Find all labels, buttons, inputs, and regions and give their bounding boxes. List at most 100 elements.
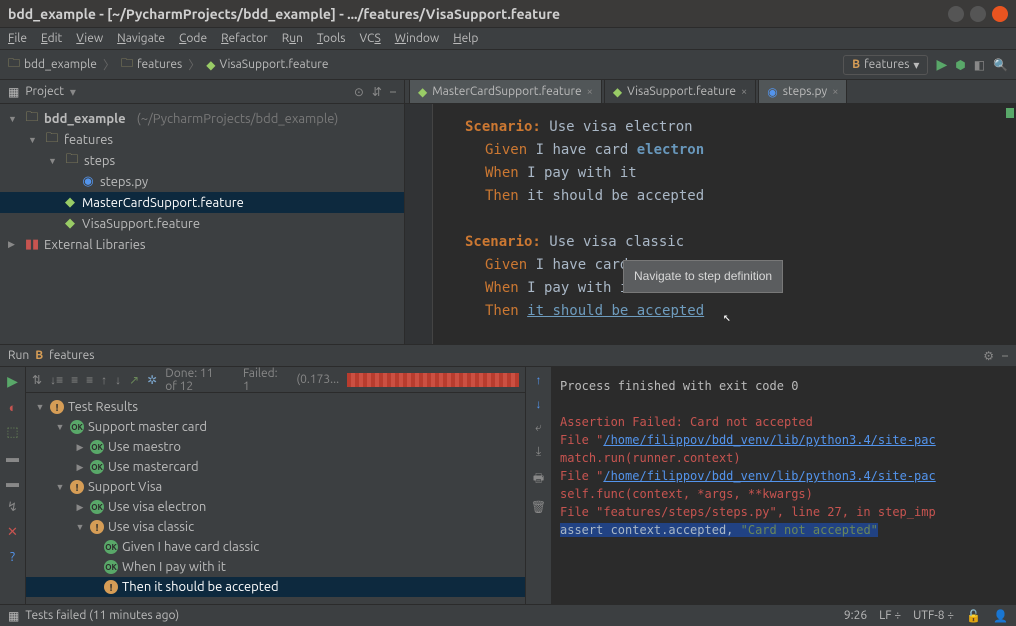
debug-button[interactable]: ⬢ (955, 58, 965, 72)
test-tree[interactable]: ▼!Test Results ▼OKSupport master card ▶O… (26, 393, 525, 604)
clear-button[interactable]: 🗑 (531, 500, 546, 514)
stop-button[interactable]: ◐ (9, 400, 17, 415)
tree-steps-py[interactable]: ◉ steps.py (0, 171, 404, 192)
pin-button[interactable]: ▬ (6, 450, 19, 465)
lock-icon[interactable]: 🔓 (966, 609, 981, 623)
test-given-classic[interactable]: OKGiven I have card classic (26, 537, 525, 557)
soft-wrap-button[interactable]: ⤶ (535, 421, 542, 435)
close-tab-icon[interactable]: × (741, 86, 747, 98)
print-button[interactable]: 🖶 (533, 469, 544, 490)
test-toolbar: ⇅ ↓≡ ≡ ≡ ↑ ↓ ↗ ✲ Done: 11 of 12 Failed: … (26, 367, 525, 393)
minimize-button[interactable] (948, 6, 964, 22)
prev-button[interactable]: ↑ (101, 373, 107, 387)
collapse-all-button[interactable]: ⊙ (354, 85, 364, 99)
gear-icon[interactable]: ✲ (147, 373, 157, 387)
test-then-accepted[interactable]: !Then it should be accepted (26, 577, 525, 597)
help-button[interactable]: ? (10, 550, 15, 564)
test-feature-visa[interactable]: ▼!Support Visa (26, 477, 525, 497)
editor-gutter (405, 104, 433, 344)
chevron-down-icon: ▾ (913, 58, 919, 72)
test-mastercard[interactable]: ▶OKUse mastercard (26, 457, 525, 477)
tooltip-navigate-step: Navigate to step definition (623, 260, 783, 293)
menu-tools[interactable]: Tools (317, 32, 346, 45)
tree-visa-feature[interactable]: ◆ VisaSupport.feature (0, 213, 404, 234)
step-link[interactable]: it should be accepted (527, 303, 704, 319)
menu-run[interactable]: Run (282, 32, 303, 45)
run-config-selector[interactable]: B features ▾ (843, 55, 928, 75)
run-button[interactable]: ▶ (936, 56, 947, 73)
scroll-end-button[interactable]: ⤓ (536, 445, 541, 459)
crumb-project[interactable]: 🗀bdd_example (8, 54, 97, 75)
tab-visasupport[interactable]: ◆ VisaSupport.feature × (604, 79, 756, 103)
maximize-button[interactable] (970, 6, 986, 22)
run-config-name: features (49, 349, 977, 362)
expand-button[interactable]: ≡ (71, 373, 78, 387)
test-progress-bar (347, 373, 519, 387)
file-encoding[interactable]: UTF-8 ÷ (913, 609, 954, 622)
rerun-button[interactable]: ▶ (7, 373, 18, 390)
tree-root[interactable]: ▼🗀 bdd_example (~/PycharmProjects/bdd_ex… (0, 108, 404, 129)
coverage-button[interactable]: ◧ (974, 58, 985, 72)
export-button[interactable]: ↗ (129, 373, 139, 387)
close-button[interactable] (992, 6, 1008, 22)
test-root[interactable]: ▼!Test Results (26, 397, 525, 417)
collapse-button[interactable]: ≡ (86, 373, 93, 387)
status-icon: ▦ (8, 609, 19, 623)
crumb-features[interactable]: 🗀features (121, 54, 182, 75)
status-message: Tests failed (11 minutes ago) (25, 609, 179, 622)
project-header-label: Project (25, 85, 64, 98)
editor-content[interactable]: Scenario: Use visa electron Given I have… (405, 104, 1016, 344)
test-maestro[interactable]: ▶OKUse maestro (26, 437, 525, 457)
project-header: ▦ Project ▾ ⊙ ⇵ ⎯ (0, 80, 404, 104)
menu-code[interactable]: Code (179, 32, 207, 45)
crumb-file[interactable]: ◆VisaSupport.feature (206, 58, 328, 72)
ok-icon: OK (104, 560, 118, 574)
menu-edit[interactable]: Edit (41, 32, 62, 45)
settings-button[interactable]: ⇵ (372, 85, 382, 99)
tree-steps[interactable]: ▼🗀 steps (0, 150, 404, 171)
next-button[interactable]: ↓ (115, 373, 121, 387)
cursor-position[interactable]: 9:26 (844, 609, 867, 622)
toggle-button[interactable]: ⬚ (6, 425, 18, 440)
scroll-down-button[interactable]: ↓ (536, 397, 542, 411)
console-output[interactable]: Process finished with exit code 0 Assert… (552, 367, 1016, 604)
chevron-down-icon[interactable]: ▾ (70, 85, 76, 99)
tree-external-libraries[interactable]: ▶▮▮ External Libraries (0, 234, 404, 255)
gear-icon[interactable]: ⚙ (983, 349, 994, 363)
menu-window[interactable]: Window (395, 32, 439, 45)
tab-steps-py[interactable]: ◉ steps.py × (758, 79, 847, 103)
filter-button[interactable]: ↓≡ (50, 373, 63, 387)
file-link[interactable]: /home/filippov/bdd_venv/lib/python3.4/si… (603, 469, 935, 483)
project-tree[interactable]: ▼🗀 bdd_example (~/PycharmProjects/bdd_ex… (0, 104, 404, 259)
close-tab-icon[interactable]: × (832, 86, 838, 98)
search-everywhere-button[interactable]: 🔍 (993, 58, 1008, 72)
menu-navigate[interactable]: Navigate (117, 32, 165, 45)
tree-features[interactable]: ▼🗀 features (0, 129, 404, 150)
hide-button[interactable]: ⎯ (390, 85, 396, 99)
close-tab-icon[interactable]: × (587, 86, 593, 98)
close-button[interactable]: ✕ (7, 525, 18, 540)
menu-help[interactable]: Help (453, 32, 478, 45)
dump-button[interactable]: ▬ (6, 475, 19, 490)
tab-mastercard[interactable]: ◆ MasterCardSupport.feature × (409, 79, 602, 103)
menu-view[interactable]: View (76, 32, 103, 45)
python-file-icon: ◉ (767, 85, 777, 99)
menu-refactor[interactable]: Refactor (221, 32, 268, 45)
folder-icon: 🗀 (24, 108, 40, 130)
hide-button[interactable]: ⎯ (1002, 349, 1008, 363)
menu-vcs[interactable]: VCS (359, 32, 380, 45)
tree-mastercard-feature[interactable]: ◆ MasterCardSupport.feature (0, 192, 404, 213)
hector-icon[interactable]: 👤 (993, 609, 1008, 623)
menu-file[interactable]: File (8, 32, 27, 45)
export-button[interactable]: ↯ (7, 500, 18, 515)
warn-icon: ! (104, 580, 118, 594)
test-feature-mc[interactable]: ▼OKSupport master card (26, 417, 525, 437)
line-separator[interactable]: LF ÷ (879, 609, 901, 622)
test-electron[interactable]: ▶OKUse visa electron (26, 497, 525, 517)
scroll-up-button[interactable]: ↑ (536, 373, 542, 387)
library-icon: ▮▮ (24, 237, 40, 252)
test-when-pay[interactable]: OKWhen I pay with it (26, 557, 525, 577)
sort-button[interactable]: ⇅ (32, 373, 42, 387)
test-classic[interactable]: ▼!Use visa classic (26, 517, 525, 537)
file-link[interactable]: /home/filippov/bdd_venv/lib/python3.4/si… (603, 433, 935, 447)
